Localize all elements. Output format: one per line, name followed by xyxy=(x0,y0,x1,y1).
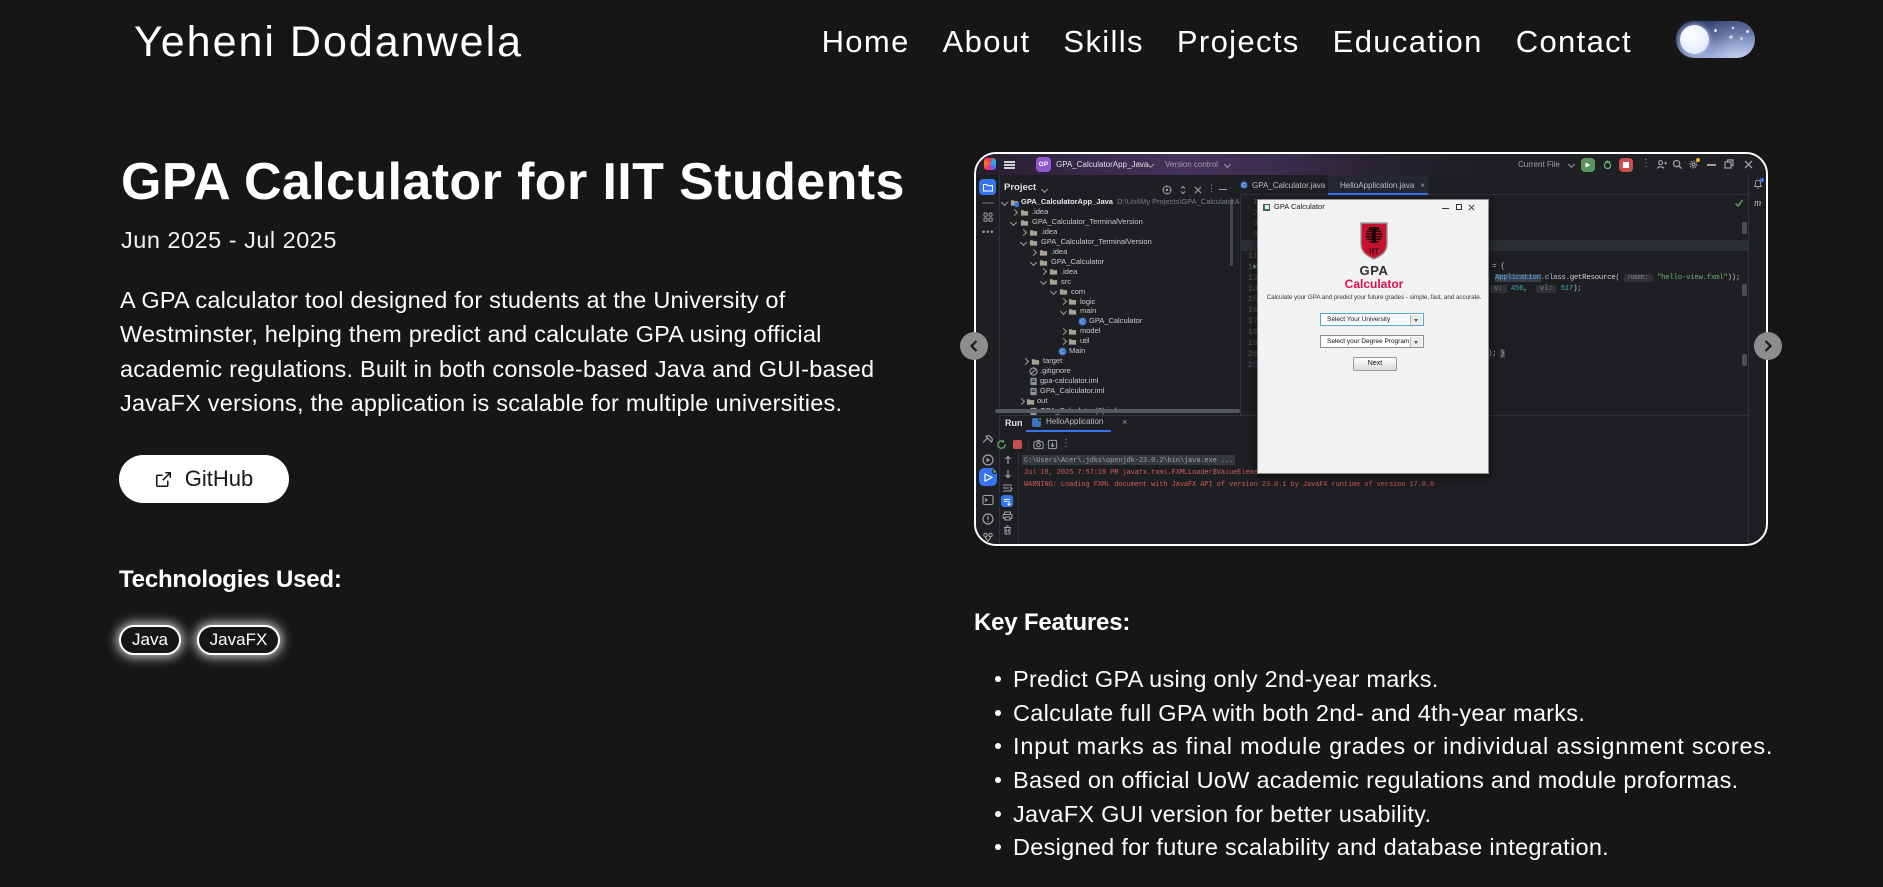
svg-text:C: C xyxy=(1060,350,1064,356)
svg-text:IIT: IIT xyxy=(1369,248,1379,256)
svg-text:C: C xyxy=(1080,320,1084,326)
svg-text:C: C xyxy=(1242,183,1246,189)
